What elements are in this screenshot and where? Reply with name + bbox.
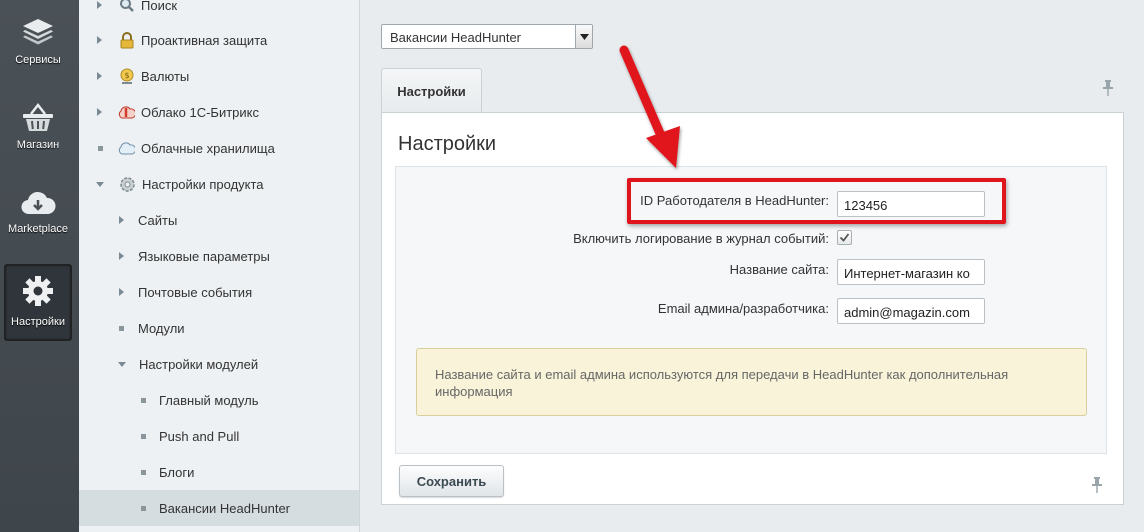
settings-tree: Поиск Проактивная защита $ Валюты Облако… (79, 0, 360, 532)
email-input[interactable]: admin@magazin.com (837, 298, 985, 324)
annotation-highlight-box (627, 178, 1006, 224)
cloud-download-icon (4, 186, 72, 222)
tree-item-label: Поиск (141, 0, 178, 13)
tree-item-label: Языковые параметры (138, 248, 270, 264)
expand-arrow-icon[interactable] (97, 72, 102, 80)
tree-item-label: Почтовые события (138, 284, 253, 300)
sidebar-item-label: Marketplace (8, 223, 68, 235)
tree-item-label: Облако 1С-Битрикс (141, 104, 259, 120)
sidebar-item-shop[interactable]: Магазин (4, 90, 72, 166)
expand-arrow-icon[interactable] (119, 252, 124, 260)
checkmark-icon (839, 233, 850, 242)
tree-item-modules[interactable]: Модули (79, 310, 359, 346)
tree-item-label: Сайты (138, 212, 178, 228)
info-note: Название сайта и email админа используют… (416, 348, 1087, 416)
lock-icon (118, 31, 135, 49)
pin-icon[interactable] (1102, 80, 1114, 96)
save-button[interactable]: Сохранить (399, 465, 504, 497)
expand-arrow-icon[interactable] (97, 1, 102, 9)
tree-item-proactive-protection[interactable]: Проактивная защита (79, 22, 359, 58)
tree-item-module-settings[interactable]: Настройки модулей (79, 346, 359, 382)
collapse-arrow-icon[interactable] (96, 181, 104, 187)
sidebar-item-label: Сервисы (15, 54, 61, 66)
svg-text:$: $ (124, 71, 129, 80)
basket-icon (4, 100, 72, 136)
module-select-value: Вакансии HeadHunter (390, 30, 522, 45)
search-icon (118, 0, 135, 14)
logging-label: Включить логирование в журнал событий: (573, 231, 829, 246)
tree-item-search[interactable]: Поиск (79, 0, 359, 23)
sidebar-item-label: Магазин (16, 139, 60, 151)
tree-item-language-params[interactable]: Языковые параметры (79, 238, 359, 274)
tree-item-label: Настройки модулей (139, 356, 259, 372)
tree-item-label: Блоги (159, 464, 195, 480)
tree-item-headhunter-vacancies[interactable]: Вакансии HeadHunter (79, 490, 359, 526)
expand-arrow-icon[interactable] (119, 216, 124, 224)
tree-item-mail-events[interactable]: Почтовые события (79, 274, 359, 310)
layers-icon (4, 14, 72, 50)
tab-settings[interactable]: Настройки (381, 68, 482, 113)
tree-item-currencies[interactable]: $ Валюты (79, 58, 359, 94)
settings-panel: Настройки ID Работодателя в HeadHunter: … (381, 112, 1124, 505)
tree-item-label: Push and Pull (159, 428, 240, 444)
left-sidebar: Сервисы Магазин Marketplace Настройки (0, 0, 79, 532)
chevron-down-icon[interactable] (575, 25, 592, 48)
main-content: Вакансии HeadHunter Настройки Настройки … (361, 0, 1144, 532)
tree-item-label: Облачные хранилища (141, 140, 275, 156)
tree-item-bitrix-cloud[interactable]: Облако 1С-Битрикс (79, 94, 359, 130)
coin-icon: $ (118, 68, 135, 85)
gear-icon (5, 273, 71, 309)
site-name-input[interactable]: Интернет-магазин ко (837, 259, 985, 285)
expand-arrow-icon[interactable] (97, 36, 102, 44)
collapse-arrow-icon[interactable] (118, 361, 126, 367)
tree-item-label: Настройки продукта (142, 176, 264, 192)
bullet-icon (119, 325, 124, 331)
page-title: Настройки (398, 133, 497, 155)
expand-arrow-icon[interactable] (97, 108, 102, 116)
tree-item-label: Валюты (141, 68, 190, 84)
bitrix-cloud-icon (118, 104, 135, 121)
gear-icon (119, 176, 136, 193)
bullet-icon (141, 433, 146, 439)
tree-item-main-module[interactable]: Главный модуль (79, 382, 359, 418)
sidebar-item-label: Настройки (11, 316, 65, 328)
tree-item-label: Главный модуль (159, 392, 259, 408)
expand-arrow-icon[interactable] (119, 288, 124, 296)
tree-item-label: Вакансии HeadHunter (159, 500, 291, 516)
tree-item-blogs[interactable]: Блоги (79, 454, 359, 490)
tree-item-label: Модули (138, 320, 185, 336)
email-label: Email админа/разработчика: (657, 301, 829, 316)
sidebar-item-services[interactable]: Сервисы (4, 4, 72, 80)
cloud-storage-icon (118, 140, 135, 157)
tree-item-product-settings[interactable]: Настройки продукта (79, 166, 359, 202)
bullet-icon (141, 469, 146, 475)
tree-item-sites[interactable]: Сайты (79, 202, 359, 238)
tree-item-label: Проактивная защита (141, 32, 268, 48)
bullet-icon (141, 397, 146, 403)
tree-item-push-and-pull[interactable]: Push and Pull (79, 418, 359, 454)
pin-icon[interactable] (1091, 477, 1103, 493)
site-name-label: Название сайта: (729, 262, 829, 277)
annotation-arrow-icon (619, 45, 680, 168)
tree-item-cloud-storage[interactable]: Облачные хранилища (79, 130, 359, 166)
bullet-icon (98, 145, 103, 151)
module-select[interactable]: Вакансии HeadHunter (381, 24, 593, 49)
sidebar-item-marketplace[interactable]: Marketplace (4, 176, 72, 252)
sidebar-item-settings[interactable]: Настройки (4, 264, 72, 341)
bullet-icon (141, 505, 146, 511)
logging-checkbox[interactable] (837, 230, 852, 245)
